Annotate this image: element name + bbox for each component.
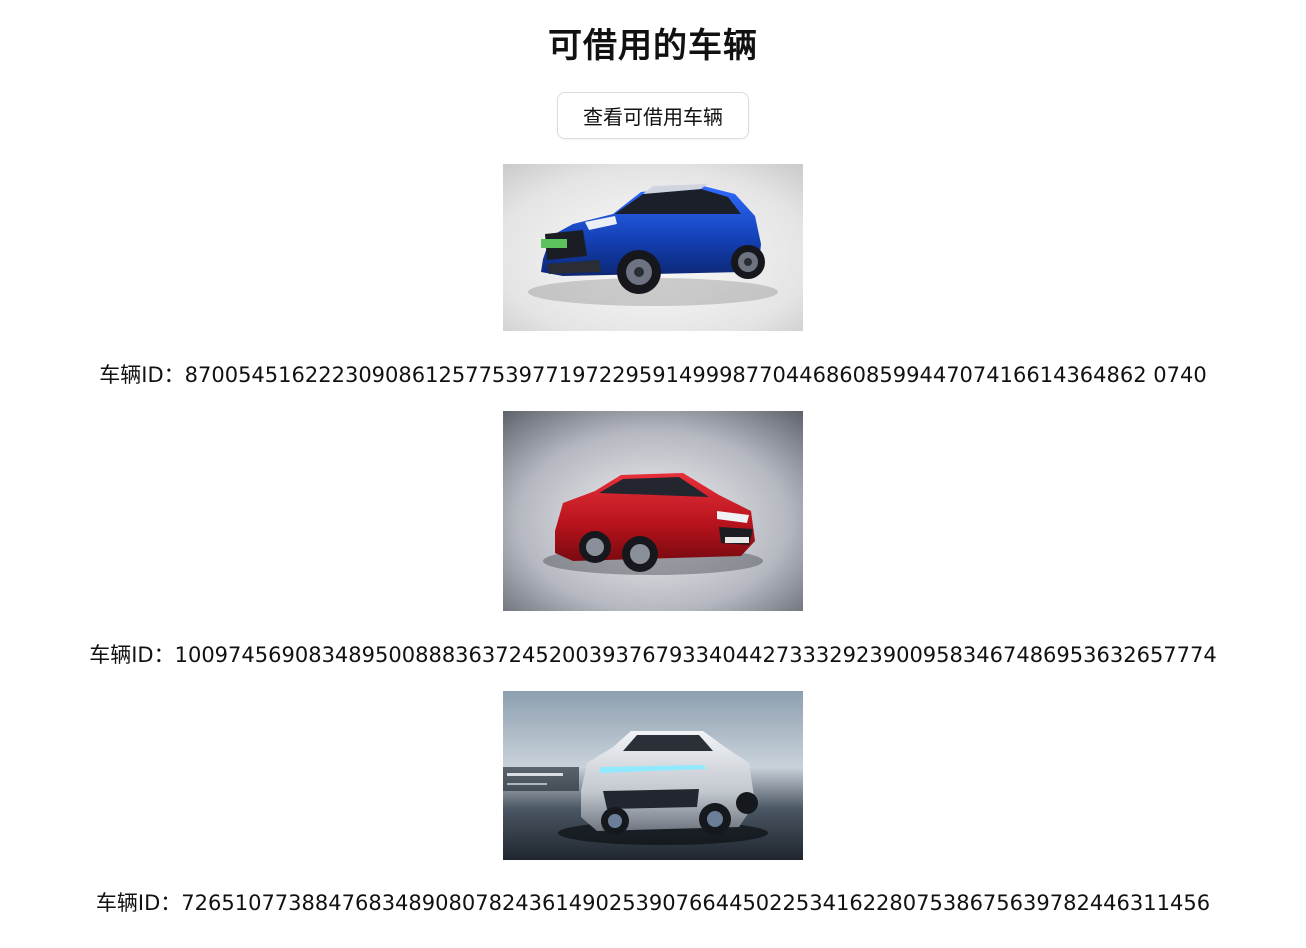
view-available-vehicles-button[interactable]: 查看可借用车辆 [557,92,749,139]
vehicle-card: 车辆ID：72651077388476834890807824361490253… [51,691,1255,915]
blue-suv-image [503,164,803,331]
page: 可借用的车辆 查看可借用车辆 车辆ID：87005451622230908612… [51,0,1255,948]
vehicle-id: 车辆ID：10097456908348950088836372452003937… [89,643,1217,667]
page-title: 可借用的车辆 [548,26,758,66]
vehicle-card: 车辆ID：10097456908348950088836372452003937… [51,411,1255,667]
vehicle-id: 车辆ID：87005451622230908612577539771972295… [99,363,1207,387]
silver-suv-image [503,691,803,860]
vehicle-id: 车辆ID：72651077388476834890807824361490253… [95,891,1211,915]
vehicle-card: 车辆ID：87005451622230908612577539771972295… [51,164,1255,387]
red-sedan-image [503,411,803,611]
